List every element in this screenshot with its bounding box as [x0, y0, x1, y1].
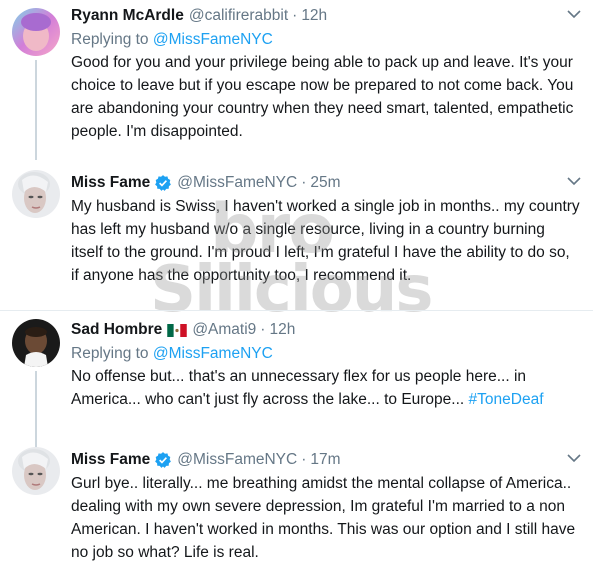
- reply-mention-link[interactable]: @MissFameNYC: [153, 31, 273, 48]
- timestamp[interactable]: 17m: [310, 451, 340, 469]
- replying-to-label: Replying to: [71, 345, 149, 362]
- separator-dot: ·: [292, 7, 298, 24]
- tweet-text: No offense but... that's an unnecessary …: [71, 365, 581, 411]
- tweet-line: Gurl bye.. literally... me breathing ami…: [71, 475, 572, 492]
- tweet-line: no job so what? Life is real.: [71, 544, 259, 561]
- thread-line: [35, 60, 37, 160]
- tweet-line: dealing with my own severe depression, I…: [71, 498, 566, 515]
- tweet-text: Good for you and your privilege being ab…: [71, 51, 581, 143]
- tweet-missfame-1[interactable]: Miss Fame @MissFameNYC · 25m My husband …: [0, 160, 593, 310]
- avatar-missfame[interactable]: [12, 447, 60, 495]
- separator-dot: ·: [260, 321, 266, 338]
- tweet-text: My husband is Swiss, I haven't worked a …: [71, 195, 581, 287]
- tweet-line: My husband is Swiss, I haven't worked a …: [71, 198, 580, 215]
- tweet-line: No offense but... that's an unnecessary …: [71, 368, 527, 385]
- timestamp[interactable]: 12h: [269, 321, 295, 339]
- avatar-missfame[interactable]: [12, 170, 60, 218]
- author-name[interactable]: Sad Hombre: [71, 321, 162, 339]
- tweet-line: people. I'm disappointed.: [71, 123, 243, 140]
- tweet-line: has left my husband w/o a single resourc…: [71, 221, 545, 238]
- tweet-sadhombre[interactable]: Sad Hombre @Amati9 · 12h Replying to @Mi…: [0, 311, 593, 461]
- author-handle[interactable]: @MissFameNYC: [177, 174, 297, 192]
- tweet-line: are abandoning your country when they ne…: [71, 100, 574, 117]
- chevron-down-icon[interactable]: [567, 176, 581, 186]
- hashtag-link[interactable]: #ToneDeaf: [469, 391, 544, 408]
- tweet-text: Gurl bye.. literally... me breathing ami…: [71, 472, 581, 564]
- verified-badge-icon: [155, 175, 172, 191]
- tweet-line: American. I haven't worked in months. Th…: [71, 521, 576, 538]
- author-name[interactable]: Miss Fame: [71, 174, 150, 192]
- tweet-line: America... who can't just fly across the…: [71, 388, 581, 411]
- chevron-down-icon[interactable]: [567, 9, 581, 19]
- tweet-line: if anyone has the opportunity too, I rec…: [71, 267, 412, 284]
- separator-dot: ·: [301, 451, 307, 468]
- tweet-line: itself to the ground. I'm proud I left, …: [71, 244, 570, 261]
- separator-dot: ·: [301, 174, 307, 191]
- verified-badge-icon: [155, 452, 172, 468]
- reply-mention-link[interactable]: @MissFameNYC: [153, 345, 273, 362]
- tweet-line-text: America... who can't just fly across the…: [71, 391, 465, 408]
- author-name[interactable]: Miss Fame: [71, 451, 150, 469]
- timestamp[interactable]: 25m: [310, 174, 340, 192]
- tweet-ryann[interactable]: Ryann McArdle @califirerabbit · 12h Repl…: [0, 0, 593, 160]
- replying-to: Replying to @MissFameNYC: [71, 344, 581, 364]
- author-handle[interactable]: @MissFameNYC: [177, 451, 297, 469]
- avatar-ryann[interactable]: [12, 8, 60, 56]
- tweet-missfame-2[interactable]: Miss Fame @MissFameNYC · 17m Gurl bye.. …: [0, 431, 593, 561]
- author-handle[interactable]: @califirerabbit: [189, 7, 288, 25]
- replying-to-label: Replying to: [71, 31, 149, 48]
- tweet-line: Good for you and your privilege being ab…: [71, 54, 573, 71]
- tweet-line: choice to leave but if you escape now be…: [71, 77, 574, 94]
- avatar-sadhombre[interactable]: [12, 319, 60, 367]
- author-handle[interactable]: @Amati9: [192, 321, 256, 339]
- mexico-flag-icon: [167, 323, 188, 337]
- chevron-down-icon[interactable]: [567, 453, 581, 463]
- author-name[interactable]: Ryann McArdle: [71, 7, 184, 25]
- replying-to: Replying to @MissFameNYC: [71, 30, 581, 50]
- timestamp[interactable]: 12h: [301, 7, 327, 25]
